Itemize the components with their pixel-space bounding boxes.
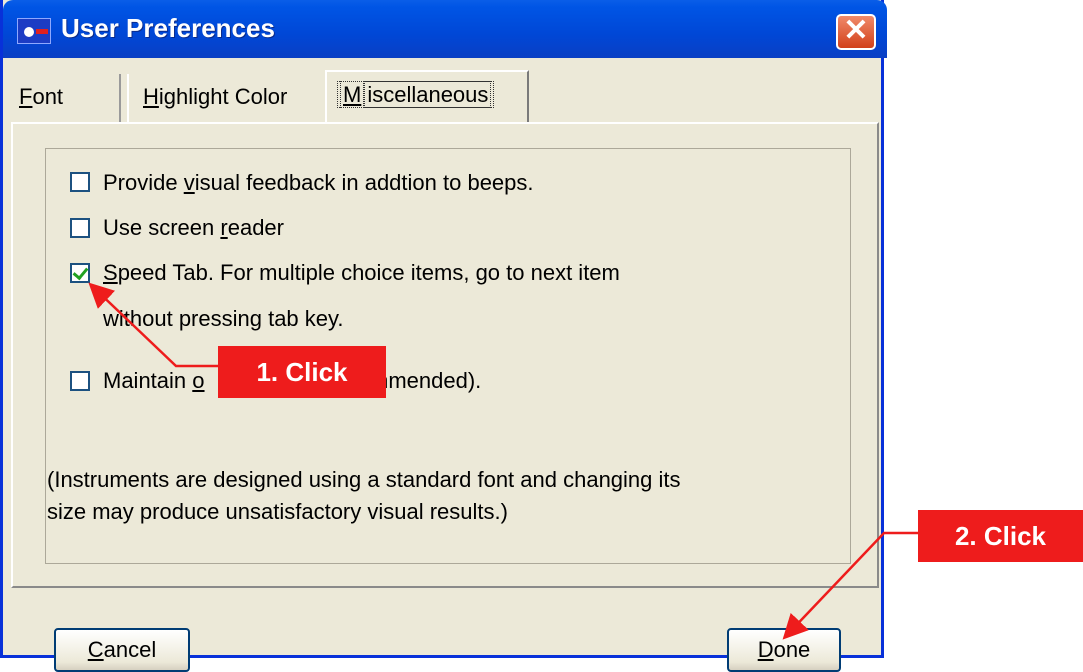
speed-tab-label-line2: without pressing tab key. [103,306,344,331]
cancel-button[interactable]: Cancel [54,628,190,672]
font-note: (Instruments are designed using a standa… [47,467,681,524]
speed-tab-checkbox[interactable] [70,263,90,283]
callout-2-click: 2. Click [918,510,1083,562]
callout-1-click: 1. Click [218,346,386,398]
title-bar[interactable]: User Preferences ✕ [3,0,887,58]
screen-reader-label[interactable]: Use screen reader [103,215,284,241]
tab-font[interactable]: Font [9,74,121,122]
screen-reader-checkbox[interactable] [70,218,90,238]
tab-miscellaneous[interactable]: Miscellaneous [325,70,529,124]
tab-miscellaneous-label: Miscellaneous [337,81,495,108]
app-icon [17,18,51,44]
maintain-checkbox[interactable] [70,371,90,391]
tab-highlight-color[interactable]: Highlight Color [127,74,323,122]
speed-tab-label[interactable]: Speed Tab. For multiple choice items, go… [103,260,620,286]
user-preferences-dialog: User Preferences ✕ Font Highlight Color … [0,0,887,672]
visual-feedback-checkbox[interactable] [70,172,90,192]
close-icon: ✕ [843,14,869,47]
window-title: User Preferences [61,13,275,43]
close-button[interactable]: ✕ [836,14,876,50]
done-button[interactable]: Done [727,628,841,672]
visual-feedback-label[interactable]: Provide visual feedback in addtion to be… [103,170,534,196]
